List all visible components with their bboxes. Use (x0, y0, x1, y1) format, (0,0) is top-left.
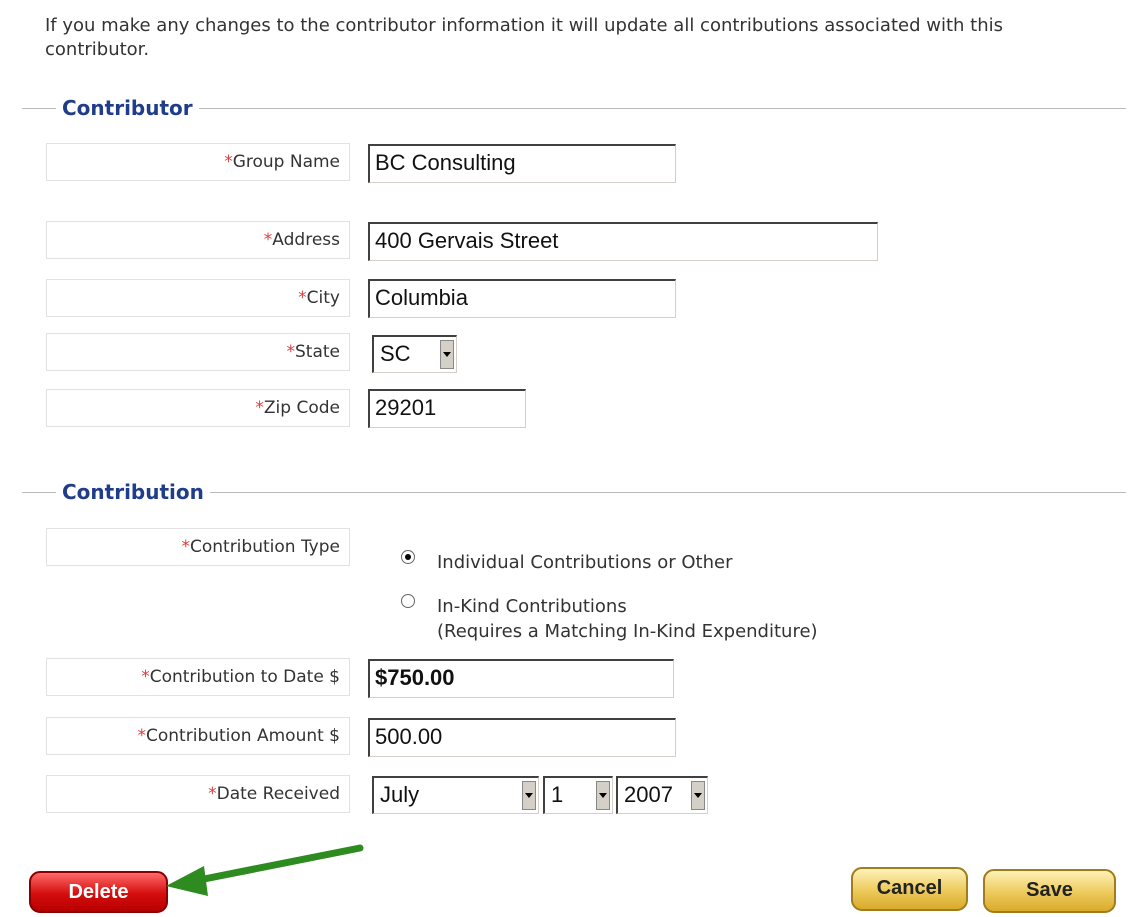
state-label: *State (46, 333, 350, 371)
contribution-amount-field[interactable]: 500.00 (368, 718, 676, 757)
required-marker: * (224, 152, 233, 172)
date-received-label: *Date Received (46, 775, 350, 813)
zip-code-field[interactable]: 29201 (368, 389, 526, 428)
required-marker: * (181, 537, 190, 557)
year-select-value: 2007 (624, 782, 673, 807)
city-field[interactable]: Columbia (368, 279, 676, 318)
month-select[interactable]: July (372, 776, 539, 814)
cancel-button[interactable]: Cancel (851, 867, 968, 911)
address-label: *Address (46, 221, 350, 259)
day-select-value: 1 (551, 782, 564, 807)
contributor-section-title: Contributor (56, 94, 199, 122)
required-marker: * (255, 398, 264, 418)
required-marker: * (286, 342, 296, 362)
required-marker: * (141, 667, 150, 687)
state-select[interactable]: SC (372, 335, 457, 373)
required-marker: * (298, 288, 307, 308)
contribution-section-header: Contribution (22, 478, 1126, 506)
chevron-down-icon[interactable] (522, 781, 536, 810)
group-name-field[interactable]: BC Consulting (368, 144, 676, 183)
contribution-to-date-label: *Contribution to Date $ (46, 658, 350, 696)
month-select-value: July (380, 782, 420, 807)
delete-button[interactable]: Delete (29, 871, 168, 913)
contribution-to-date-field: $750.00 (368, 659, 674, 698)
required-marker: * (137, 726, 147, 746)
save-button[interactable]: Save (983, 869, 1116, 913)
chevron-down-icon[interactable] (596, 781, 610, 810)
day-select[interactable]: 1 (543, 776, 613, 814)
radio-individual-contributions[interactable] (401, 550, 415, 564)
radio-individual-contributions-label: Individual Contributions or Other (437, 552, 733, 573)
contribution-amount-label: *Contribution Amount $ (46, 717, 350, 755)
radio-in-kind-contributions-label: In-Kind Contributions (437, 596, 627, 617)
state-select-value: SC (380, 341, 411, 366)
chevron-down-icon[interactable] (691, 781, 705, 810)
zip-code-label: *Zip Code (46, 389, 350, 427)
contributor-section-header: Contributor (22, 94, 1126, 122)
required-marker: * (208, 784, 217, 804)
contribution-type-label: *Contribution Type (46, 528, 350, 566)
city-label: *City (46, 279, 350, 317)
address-field[interactable]: 400 Gervais Street (368, 222, 878, 261)
radio-in-kind-contributions[interactable] (401, 594, 415, 608)
intro-text: If you make any changes to the contribut… (45, 15, 1003, 60)
year-select[interactable]: 2007 (616, 776, 708, 814)
chevron-down-icon[interactable] (440, 340, 454, 369)
green-arrow-icon (166, 844, 364, 896)
contribution-section-title: Contribution (56, 478, 210, 506)
group-name-label: *Group Name (46, 143, 350, 181)
radio-in-kind-contributions-note: (Requires a Matching In-Kind Expenditure… (437, 621, 818, 642)
